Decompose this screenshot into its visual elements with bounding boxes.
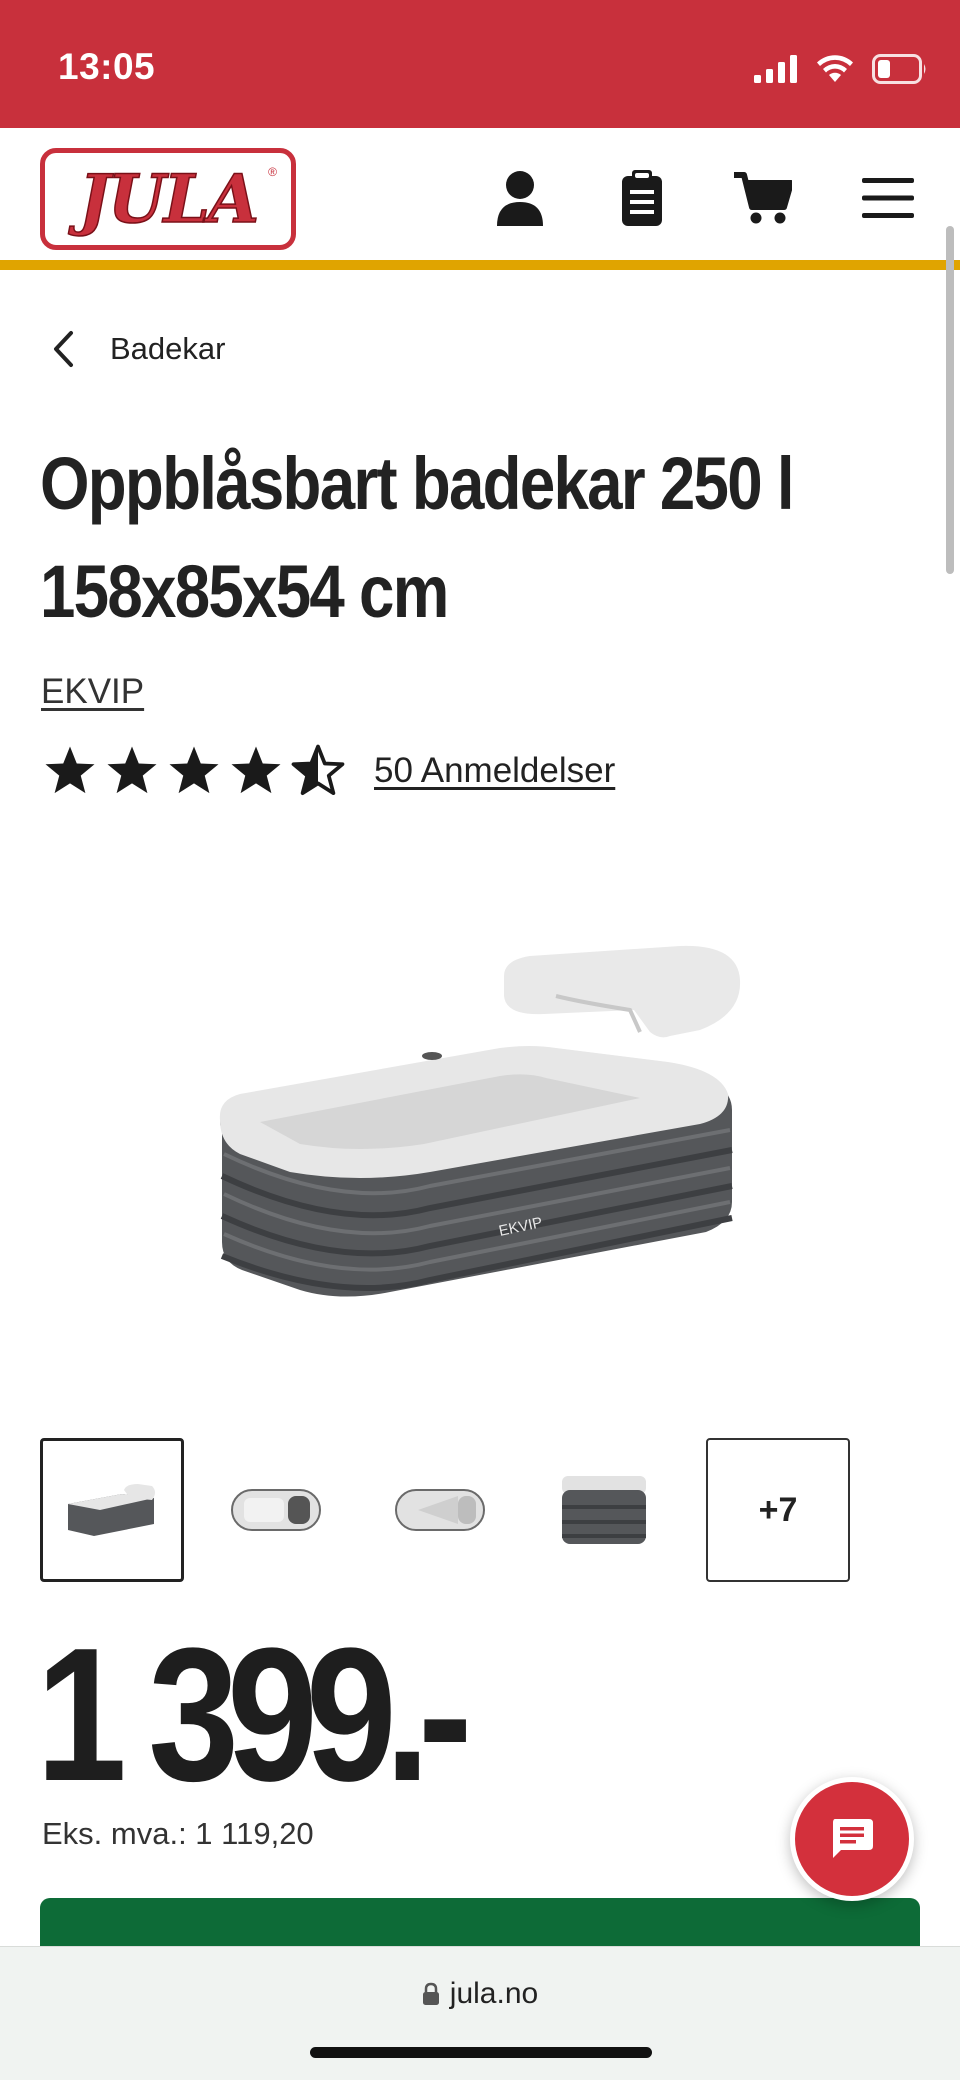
product-price: 1 399.-	[36, 1609, 472, 1821]
inflatable-bathtub-image: EKVIP	[219, 945, 741, 1297]
breadcrumb-label: Badekar	[110, 331, 226, 366]
image-thumbnails: +7	[40, 1438, 850, 1582]
chat-button[interactable]	[790, 1777, 914, 1901]
thumbnail-image	[231, 1489, 321, 1531]
menu-button[interactable]	[858, 168, 918, 228]
thumbnail-2[interactable]	[204, 1438, 348, 1582]
star-icon	[107, 746, 157, 794]
thumbnail-image	[395, 1489, 485, 1531]
battery-icon	[872, 54, 926, 84]
user-icon	[497, 171, 543, 226]
logo-text: JULA	[78, 159, 260, 239]
breadcrumb[interactable]: Badekar	[52, 330, 225, 368]
brand-link[interactable]: EKVIP	[41, 672, 144, 712]
half-star-icon	[291, 744, 345, 796]
browser-toolbar: jula.no	[0, 1946, 960, 2080]
thumbnail-4[interactable]	[532, 1438, 676, 1582]
star-icon	[231, 746, 281, 794]
account-button[interactable]	[490, 168, 550, 228]
product-image[interactable]: EKVIP	[200, 940, 760, 1310]
clipboard-icon	[622, 170, 662, 226]
price-ex-vat: Eks. mva.: 1 119,20	[42, 1816, 314, 1851]
wifi-icon	[817, 55, 853, 82]
status-icons	[754, 52, 928, 86]
address-bar[interactable]: jula.no	[0, 1977, 960, 2011]
url-text: jula.no	[449, 1977, 539, 2010]
shopping-list-button[interactable]	[612, 168, 672, 228]
chat-icon	[833, 1819, 873, 1858]
thumbnail-image	[562, 1476, 646, 1544]
reviews-link[interactable]: 50 Anmeldelser	[374, 751, 615, 791]
page-title: Oppblåsbart badekar 250 l 158x85x54 cm	[40, 442, 795, 633]
scrollbar[interactable]	[946, 226, 954, 574]
more-images-button[interactable]: +7	[706, 1438, 850, 1582]
thumbnail-image	[68, 1484, 155, 1536]
lock-icon	[422, 1982, 439, 2005]
jula-logo[interactable]: JULA ®	[40, 148, 296, 250]
star-icon	[45, 746, 95, 794]
thumbnail-1[interactable]	[40, 1438, 184, 1582]
rating: 50 Anmeldelser	[42, 744, 615, 798]
hamburger-menu-icon	[862, 178, 914, 218]
cart-button[interactable]	[733, 168, 793, 228]
site-header: JULA ®	[0, 128, 960, 270]
home-indicator[interactable]	[310, 2047, 652, 2058]
status-bar: 13:05	[0, 0, 960, 128]
more-images-label: +7	[758, 1490, 798, 1529]
rating-stars	[42, 744, 346, 798]
star-icon	[169, 746, 219, 794]
status-time: 13:05	[58, 46, 156, 87]
signal-icon	[754, 55, 797, 83]
thumbnail-3[interactable]	[368, 1438, 512, 1582]
chevron-left-icon	[54, 331, 73, 367]
cart-icon	[734, 172, 792, 224]
logo-registered-mark: ®	[268, 165, 277, 179]
